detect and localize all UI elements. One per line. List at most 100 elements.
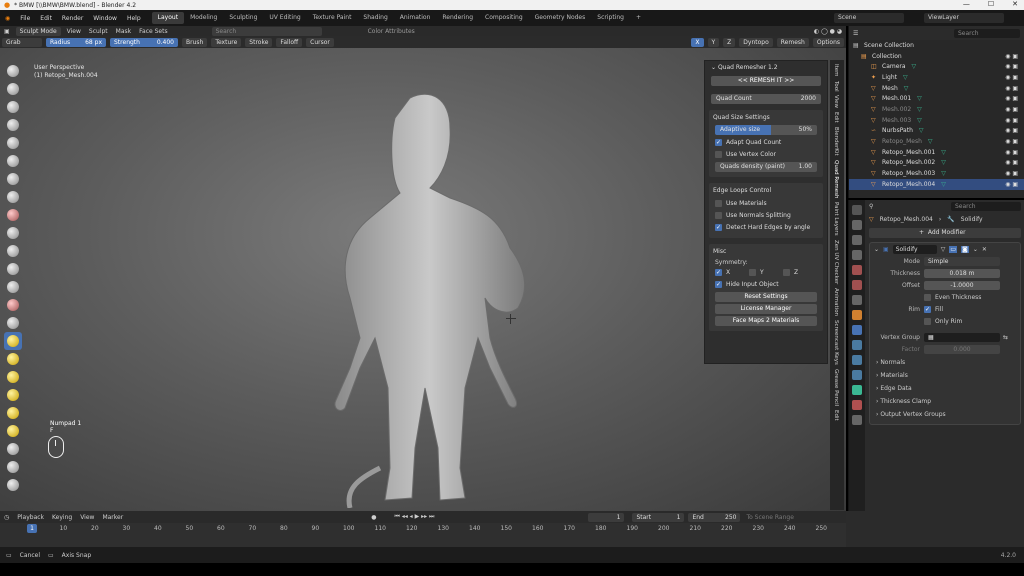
clay-thumb-brush-icon[interactable] (4, 134, 22, 152)
tab-screencast-keys[interactable]: Screencast Keys (833, 320, 839, 365)
cursor-menu[interactable]: Cursor (306, 37, 334, 47)
subpanel-thickness-clamp[interactable]: › Thickness Clamp (876, 397, 1016, 407)
pose-brush-icon[interactable] (4, 404, 22, 422)
tab-modeling[interactable]: Modeling (184, 12, 223, 24)
factor-field[interactable]: 0.000 (924, 344, 1000, 354)
tool-tab-icon[interactable] (852, 205, 862, 215)
scene-tab-icon[interactable] (852, 265, 862, 275)
outliner-row[interactable]: ▽ Retopo_Mesh.001 ▽ ◉ ▣ (849, 147, 1024, 158)
subpanel-edge-data[interactable]: › Edge Data (876, 384, 1016, 394)
pin-icon[interactable]: ⚲ (869, 203, 873, 210)
menu-render[interactable]: Render (57, 15, 88, 22)
outliner-icon[interactable]: ☰ (853, 30, 858, 37)
dropdown-icon[interactable]: ⌄ (973, 246, 978, 253)
only-rim-row[interactable]: Only Rim (870, 315, 1020, 327)
start-frame-field[interactable]: Start 1 (632, 512, 685, 522)
snake-hook-icon[interactable] (4, 368, 22, 386)
tab-edit[interactable]: Edit (833, 112, 839, 123)
tab-animation[interactable]: Animation (833, 288, 839, 316)
scene-collection-row[interactable]: ▤ Scene Collection (849, 40, 1024, 51)
end-frame-field[interactable]: End 250 (688, 512, 741, 522)
clay-brush-icon[interactable] (4, 98, 22, 116)
rim-fill-row[interactable]: Rim ✓ Fill (870, 303, 1020, 315)
tab-texture-paint[interactable]: Texture Paint (307, 12, 358, 24)
quad-count-field[interactable]: Quad Count 2000 (711, 94, 821, 104)
crease-brush-icon[interactable] (4, 206, 22, 224)
render-toggle-icon[interactable]: ◙ (961, 245, 969, 253)
visibility-toggle-icon[interactable]: ◉ ▣ (1005, 53, 1018, 60)
viewport-search-input[interactable]: Search (211, 26, 322, 36)
symmetry-z-button[interactable]: Z (723, 37, 736, 47)
outliner-row[interactable]: ▽ Retopo_Mesh.003 ▽ ◉ ▣ (849, 168, 1024, 179)
outliner-row[interactable]: ▽ Retopo_Mesh.002 ▽ ◉ ▣ (849, 158, 1024, 169)
tab-geometry-nodes[interactable]: Geometry Nodes (529, 12, 592, 24)
texture-menu[interactable]: Texture (211, 37, 242, 47)
editor-type-icon[interactable]: ▣ (0, 28, 14, 35)
menu-file[interactable]: File (15, 15, 35, 22)
symmetry-y-checkbox[interactable]: Y (749, 268, 783, 277)
visibility-toggle-icon[interactable]: ◉ ▣ (1005, 127, 1018, 134)
clay-strips-brush-icon[interactable] (4, 116, 22, 134)
stroke-menu[interactable]: Stroke (245, 37, 273, 47)
to-scene-range-button[interactable]: To Scene Range (742, 514, 797, 521)
outliner-row[interactable]: ▽ Mesh.002 ▽ ◉ ▣ (849, 104, 1024, 115)
face-maps-button[interactable]: Face Maps 2 Materials (715, 316, 817, 326)
tab-animation[interactable]: Animation (394, 12, 437, 24)
constraints-tab-icon[interactable] (852, 370, 862, 380)
viewport-toggle-icon[interactable]: ▭ (949, 245, 957, 253)
smooth-brush-icon[interactable] (4, 224, 22, 242)
boundary-brush-icon[interactable] (4, 476, 22, 494)
quads-density-field[interactable]: Quads density (paint) 1.00 (715, 162, 817, 172)
tab-tool[interactable]: Tool (833, 81, 839, 92)
tab-quad-remesh[interactable]: Quad Remesh (833, 160, 839, 198)
rotate-brush-icon[interactable] (4, 440, 22, 458)
symmetry-x-button[interactable]: X (691, 37, 704, 47)
close-icon[interactable]: ✕ (1012, 0, 1018, 8)
thickness-field[interactable]: 0.018 m (924, 268, 1000, 278)
reset-settings-button[interactable]: Reset Settings (715, 292, 817, 302)
menu-help[interactable]: Help (122, 15, 146, 22)
render-tab-icon[interactable] (852, 220, 862, 230)
tab-scripting[interactable]: Scripting (591, 12, 630, 24)
tab-grease-pencil[interactable]: Grease Pencil (833, 369, 839, 406)
blender-menu-icon[interactable]: ◉ (0, 15, 15, 22)
menu-window[interactable]: Window (88, 15, 122, 22)
outliner-row[interactable]: ◫ Camera ▽ ◉ ▣ (849, 61, 1024, 72)
visibility-toggle-icon[interactable]: ◉ ▣ (1005, 63, 1018, 70)
draw-sharp-brush-icon[interactable] (4, 80, 22, 98)
even-thickness-row[interactable]: Even Thickness (870, 291, 1020, 303)
visibility-toggle-icon[interactable]: ◉ ▣ (1005, 181, 1018, 188)
outliner-row[interactable]: ▽ Mesh.001 ▽ ◉ ▣ (849, 93, 1024, 104)
use-vertex-color-checkbox[interactable]: Use Vertex Color (715, 150, 817, 159)
fill-brush-icon[interactable] (4, 260, 22, 278)
tab-rendering[interactable]: Rendering (436, 12, 479, 24)
blob-brush-icon[interactable] (4, 188, 22, 206)
tab-paint-layers[interactable]: Paint Layers (833, 202, 839, 236)
use-normals-checkbox[interactable]: Use Normals Splitting (715, 211, 817, 220)
tab-compositing[interactable]: Compositing (479, 12, 529, 24)
outliner-row[interactable]: ∽ NurbsPath ▽ ◉ ▣ (849, 126, 1024, 137)
material-tab-icon[interactable] (852, 400, 862, 410)
tab-zen-uv[interactable]: Zen UV Checker (833, 240, 839, 284)
tab-view[interactable]: View (833, 95, 839, 108)
outliner-row[interactable]: ▽ Retopo_Mesh ▽ ◉ ▣ (849, 136, 1024, 147)
tab-layout[interactable]: Layout (151, 12, 185, 24)
nudge-brush-icon[interactable] (4, 422, 22, 440)
radius-field[interactable]: Radius 68 px (46, 37, 106, 47)
visibility-toggle-icon[interactable]: ◉ ▣ (1005, 85, 1018, 92)
tab-shading[interactable]: Shading (357, 12, 393, 24)
tab-blenderkit[interactable]: BlenderKit (833, 127, 839, 156)
symmetry-z-checkbox[interactable]: Z (783, 268, 817, 277)
visibility-toggle-icon[interactable]: ◉ ▣ (1005, 106, 1018, 113)
visibility-toggle-icon[interactable]: ◉ ▣ (1005, 159, 1018, 166)
vertex-group-field[interactable]: ▦ (924, 332, 1000, 342)
color-attributes-menu[interactable]: Color Attributes (364, 28, 419, 35)
tab-item[interactable]: Item (833, 64, 839, 77)
tab-sculpting[interactable]: Sculpting (223, 12, 263, 24)
shading-mode-icons[interactable]: ◐ ◯ ● ◕ (810, 28, 846, 35)
texture-tab-icon[interactable] (852, 415, 862, 425)
properties-search-input[interactable]: Search (951, 201, 1021, 211)
menu-face-sets[interactable]: Face Sets (135, 28, 171, 35)
pinch-brush-icon[interactable] (4, 314, 22, 332)
outliner-row[interactable]: ▽ Mesh.003 ▽ ◉ ▣ (849, 115, 1024, 126)
